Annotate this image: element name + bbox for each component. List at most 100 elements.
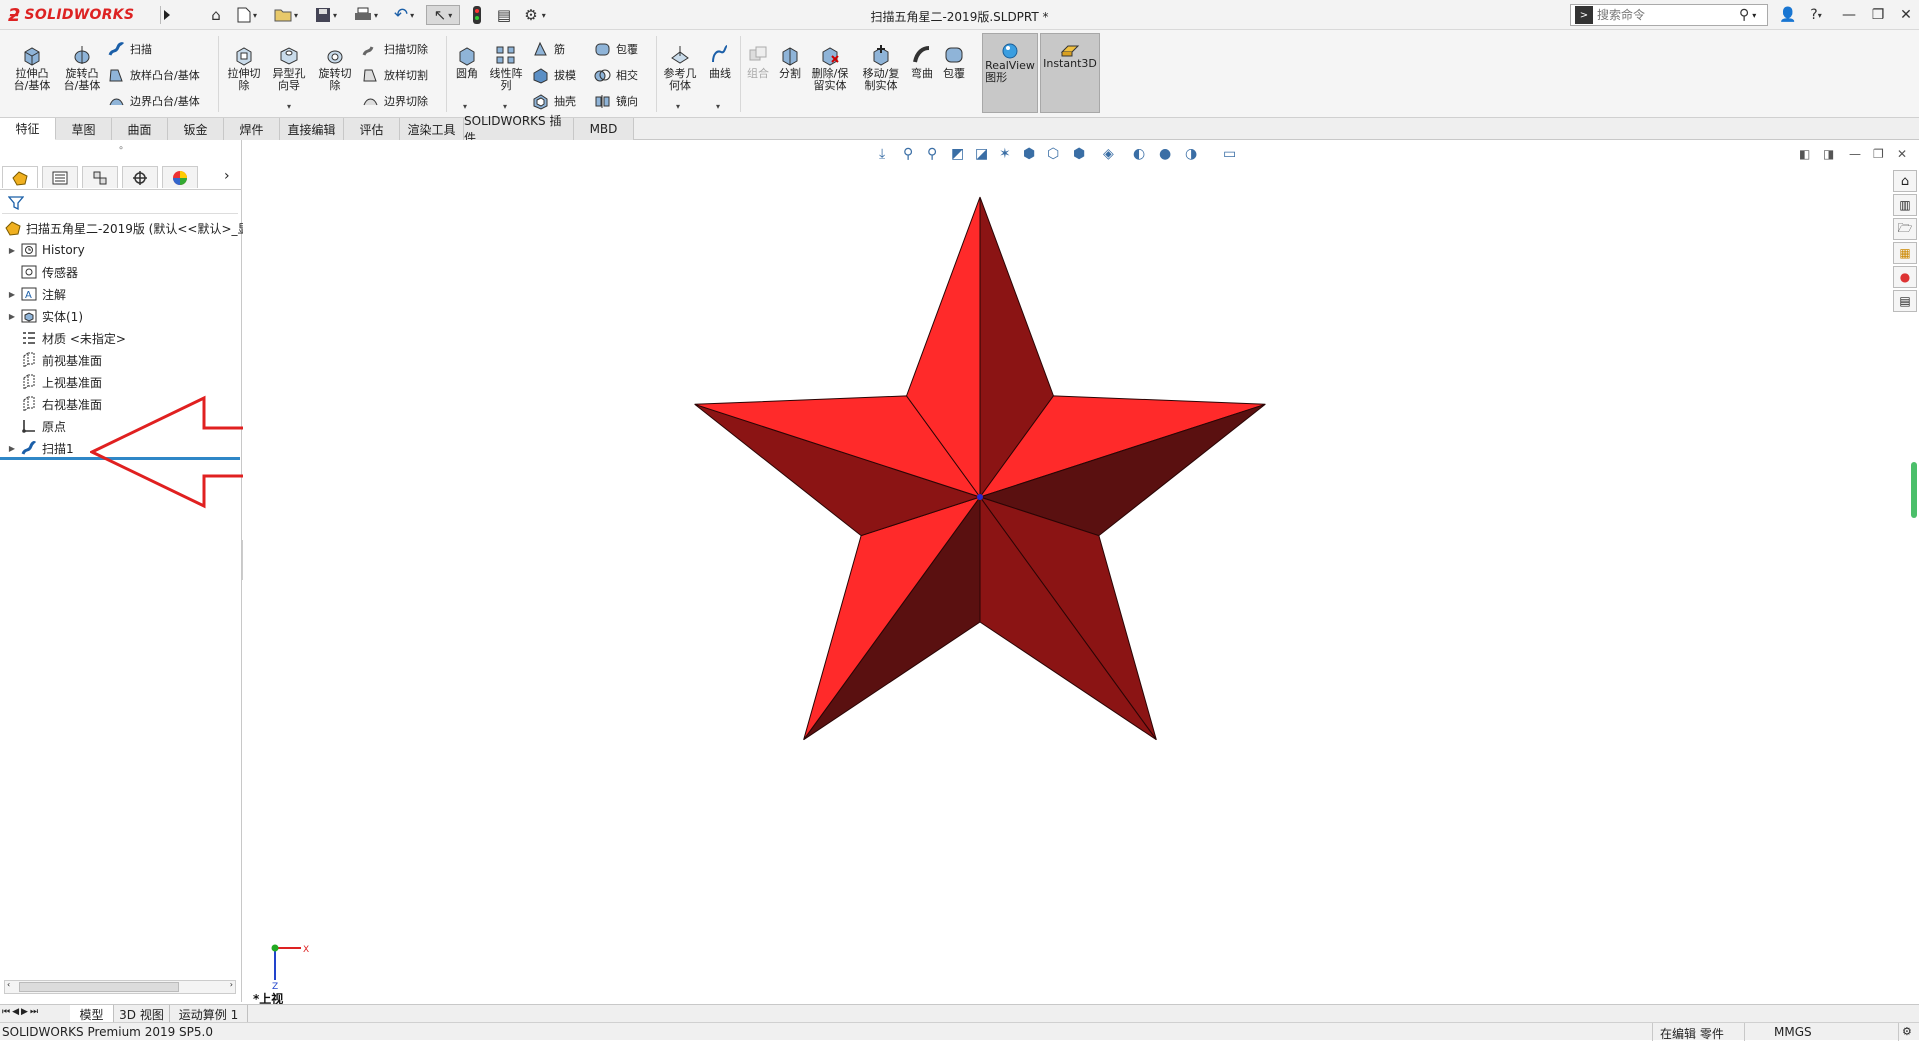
- new-file-button[interactable]: ▾: [232, 5, 262, 25]
- save-button[interactable]: ▾: [310, 5, 342, 25]
- restore-button[interactable]: ❐: [1865, 4, 1891, 26]
- search-dropdown-icon[interactable]: ▾: [1752, 11, 1756, 20]
- tab-motion-study[interactable]: 运动算例 1: [170, 1005, 248, 1023]
- tree-filter[interactable]: [2, 192, 238, 214]
- move-copy-body-button[interactable]: 移动/复 制实体: [858, 44, 904, 92]
- rib-button[interactable]: 筋: [532, 38, 565, 60]
- loft-boss-button[interactable]: 放样凸台/基体: [108, 64, 200, 86]
- tab-render-tools[interactable]: 渲染工具: [400, 118, 464, 140]
- design-library-tab[interactable]: ▥: [1893, 194, 1917, 216]
- expand-icon[interactable]: ▶: [6, 246, 18, 255]
- tree-item-material[interactable]: 材质 <未指定>: [0, 328, 126, 348]
- tree-item-right-plane[interactable]: 右视基准面: [0, 394, 102, 414]
- tree-item-top-plane[interactable]: 上视基准面: [0, 372, 102, 392]
- help-button[interactable]: ? ▾: [1803, 4, 1829, 26]
- wrap-button[interactable]: 包覆: [594, 38, 638, 60]
- scroll-right-icon[interactable]: ›: [230, 980, 233, 989]
- extrude-cut-button[interactable]: 拉伸切 除: [224, 44, 264, 92]
- prev-tab-icon[interactable]: ◀: [12, 1007, 19, 1021]
- feature-manager-tab[interactable]: [2, 166, 38, 188]
- file-properties-button[interactable]: ▤: [494, 5, 514, 25]
- boundary-boss-button[interactable]: 边界凸台/基体: [108, 90, 200, 112]
- display-manager-tab[interactable]: [162, 166, 198, 188]
- options-button[interactable]: ⚙ ▾: [518, 5, 552, 25]
- print-button[interactable]: ▾: [350, 5, 382, 25]
- tree-item-solid-bodies[interactable]: ▶ 实体(1): [0, 306, 83, 326]
- last-tab-icon[interactable]: ⏭: [30, 1007, 38, 1021]
- curves-dropdown-icon[interactable]: ▾: [716, 102, 720, 111]
- search-input[interactable]: [1597, 8, 1737, 22]
- hole-wizard-dropdown-icon[interactable]: ▾: [287, 102, 291, 111]
- revolve-boss-button[interactable]: 旋转凸 台/基体: [60, 44, 104, 92]
- flex-button[interactable]: 弯曲: [908, 44, 936, 80]
- shell-button[interactable]: 抽壳: [532, 90, 576, 112]
- realview-graphics-button[interactable]: RealView 图形: [982, 33, 1038, 113]
- first-tab-icon[interactable]: ⏮: [2, 1007, 10, 1021]
- search-icon[interactable]: ⚲: [1739, 7, 1749, 23]
- file-explorer-tab[interactable]: 🗁: [1893, 218, 1917, 240]
- dimxpert-manager-tab[interactable]: [122, 166, 158, 188]
- search-box[interactable]: > ⚲ ▾: [1570, 4, 1768, 26]
- tab-direct-editing[interactable]: 直接编辑: [280, 118, 344, 140]
- revolve-cut-button[interactable]: 旋转切 除: [314, 44, 356, 92]
- unit-system[interactable]: MMGS: [1774, 1025, 1812, 1039]
- pattern-dropdown-icon[interactable]: ▾: [503, 102, 507, 111]
- tab-solidworks-addins[interactable]: SOLIDWORKS 插件: [464, 114, 574, 145]
- split-button[interactable]: 分割: [776, 44, 804, 80]
- select-button[interactable]: ↖ ▾: [426, 5, 460, 25]
- tree-item-annotations[interactable]: ▶ A 注解: [0, 284, 66, 304]
- tree-item-sensors[interactable]: 传感器: [0, 262, 78, 282]
- scrollbar-thumb[interactable]: [19, 982, 179, 992]
- extrude-boss-button[interactable]: 拉伸凸 台/基体: [10, 44, 54, 92]
- appearances-tab[interactable]: ●: [1893, 266, 1917, 288]
- expand-icon[interactable]: ▶: [6, 312, 18, 321]
- star-model[interactable]: [243, 140, 1919, 1002]
- tree-item-sweep1[interactable]: ▶ 扫描1: [0, 438, 74, 458]
- tree-item-history[interactable]: ▶ History: [0, 240, 85, 260]
- delete-keep-body-button[interactable]: 删除/保 留实体: [808, 44, 852, 92]
- tab-evaluate[interactable]: 评估: [344, 118, 400, 140]
- more-tabs-icon[interactable]: ›: [224, 168, 230, 184]
- swept-cut-button[interactable]: 扫描切除: [362, 38, 428, 60]
- intersect-button[interactable]: 相交: [594, 64, 638, 86]
- graphics-area[interactable]: ⤓ ⚲ ⚲ ◩ ◪ ✶ ⬢ ⬡ ⬢ ◈ ◐ ● ◑ ▭ ◧ ◨ — ❐ ✕ ⌂ …: [243, 140, 1919, 1006]
- tab-weldments[interactable]: 焊件: [224, 118, 280, 140]
- configuration-manager-tab[interactable]: [82, 166, 118, 188]
- status-options-icon[interactable]: ⚙: [1902, 1025, 1912, 1038]
- tab-3d-views[interactable]: 3D 视图: [114, 1005, 170, 1023]
- panel-grip-icon[interactable]: ⚬: [0, 144, 242, 154]
- tab-scroll-buttons[interactable]: ⏮ ◀ ▶ ⏭: [2, 1007, 66, 1021]
- tree-root-part[interactable]: 扫描五角星二-2019版 (默认<<默认>_显: [0, 218, 250, 238]
- home-button[interactable]: ⌂: [205, 5, 227, 25]
- tab-sketch[interactable]: 草图: [56, 118, 112, 140]
- open-file-button[interactable]: ▾: [270, 5, 302, 25]
- ref-geometry-dropdown-icon[interactable]: ▾: [676, 102, 680, 111]
- mirror-button[interactable]: 镜向: [594, 90, 638, 112]
- scroll-left-icon[interactable]: ‹: [7, 980, 10, 989]
- property-manager-tab[interactable]: [42, 166, 78, 188]
- reference-geometry-button[interactable]: 参考几 何体: [660, 44, 700, 92]
- minimize-button[interactable]: —: [1836, 4, 1862, 26]
- rebuild-button[interactable]: [468, 5, 486, 25]
- boundary-cut-button[interactable]: 边界切除: [362, 90, 428, 112]
- viewport-scroll-indicator[interactable]: [1911, 462, 1917, 518]
- expand-icon[interactable]: ▶: [6, 290, 18, 299]
- solidworks-logo[interactable]: ƻ SOLIDWORKS: [8, 3, 160, 27]
- fillet-dropdown-icon[interactable]: ▾: [463, 102, 467, 111]
- solidworks-resources-tab[interactable]: ⌂: [1893, 170, 1917, 192]
- tab-features[interactable]: 特征: [0, 118, 56, 140]
- tab-sheet-metal[interactable]: 钣金: [168, 118, 224, 140]
- close-button[interactable]: ✕: [1893, 4, 1919, 26]
- fillet-button[interactable]: 圆角: [452, 44, 482, 80]
- menu-expand-arrow[interactable]: [160, 6, 172, 24]
- custom-properties-tab[interactable]: ▤: [1893, 290, 1917, 312]
- next-tab-icon[interactable]: ▶: [21, 1007, 28, 1021]
- curves-button[interactable]: 曲线: [704, 44, 736, 80]
- draft-button[interactable]: 拔模: [532, 64, 576, 86]
- hole-wizard-button[interactable]: 异型孔 向导: [268, 44, 310, 92]
- wrap-feature-button[interactable]: 包覆: [940, 44, 968, 80]
- tab-model[interactable]: 模型: [70, 1005, 114, 1023]
- instant3d-button[interactable]: Instant3D: [1040, 33, 1100, 113]
- tree-item-origin[interactable]: 原点: [0, 416, 66, 436]
- sweep-button[interactable]: 扫描: [108, 38, 152, 60]
